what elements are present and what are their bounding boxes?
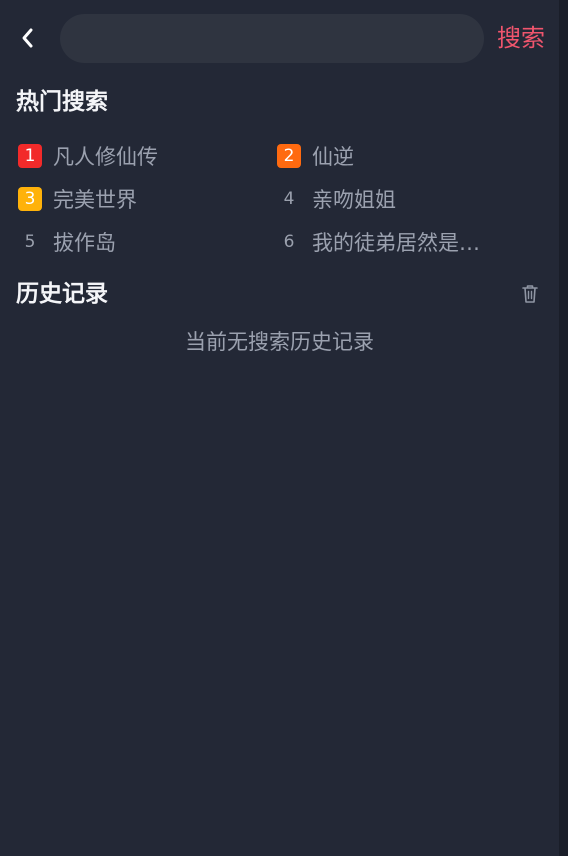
trash-icon <box>522 285 538 303</box>
hot-search-title: 热门搜索 <box>16 89 108 115</box>
hot-search-item[interactable]: 6 我的徒弟居然是… <box>277 222 480 262</box>
hot-search-item[interactable]: 2 仙逆 <box>277 136 354 176</box>
hot-search-text: 拔作岛 <box>53 231 116 255</box>
hot-search-text: 亲吻姐姐 <box>312 188 396 212</box>
hot-search-item[interactable]: 4 亲吻姐姐 <box>277 179 396 219</box>
history-title: 历史记录 <box>16 281 108 307</box>
clear-history-button[interactable] <box>520 283 540 305</box>
rank-number: 5 <box>24 232 36 252</box>
rank-badge: 1 <box>18 144 42 168</box>
rank-number: 6 <box>283 232 295 252</box>
rank-number: 4 <box>283 189 295 209</box>
top-bar: 搜索 <box>0 14 559 64</box>
hot-search-text: 我的徒弟居然是… <box>312 231 480 255</box>
right-edge-strip <box>559 0 568 856</box>
hot-search-item[interactable]: 3 完美世界 <box>18 179 137 219</box>
hot-search-text: 凡人修仙传 <box>53 145 158 169</box>
search-input[interactable] <box>60 14 484 63</box>
hot-search-list: 1 凡人修仙传 2 仙逆 3 完美世界 4 亲吻姐姐 5 拔作岛 6 我的徒弟居… <box>0 136 559 268</box>
chevron-left-icon <box>22 28 33 48</box>
hot-search-item[interactable]: 1 凡人修仙传 <box>18 136 158 176</box>
hot-search-item[interactable]: 5 拔作岛 <box>18 222 116 262</box>
hot-search-text: 完美世界 <box>53 188 137 212</box>
rank-badge: 3 <box>18 187 42 211</box>
empty-history-message: 当前无搜索历史记录 <box>185 330 374 354</box>
search-page: 搜索 热门搜索 1 凡人修仙传 2 仙逆 3 完美世界 4 亲吻姐姐 5 拔作岛… <box>0 0 568 856</box>
hot-search-text: 仙逆 <box>312 145 354 169</box>
back-button[interactable] <box>14 24 42 52</box>
search-button[interactable]: 搜索 <box>497 20 545 56</box>
rank-badge: 2 <box>277 144 301 168</box>
